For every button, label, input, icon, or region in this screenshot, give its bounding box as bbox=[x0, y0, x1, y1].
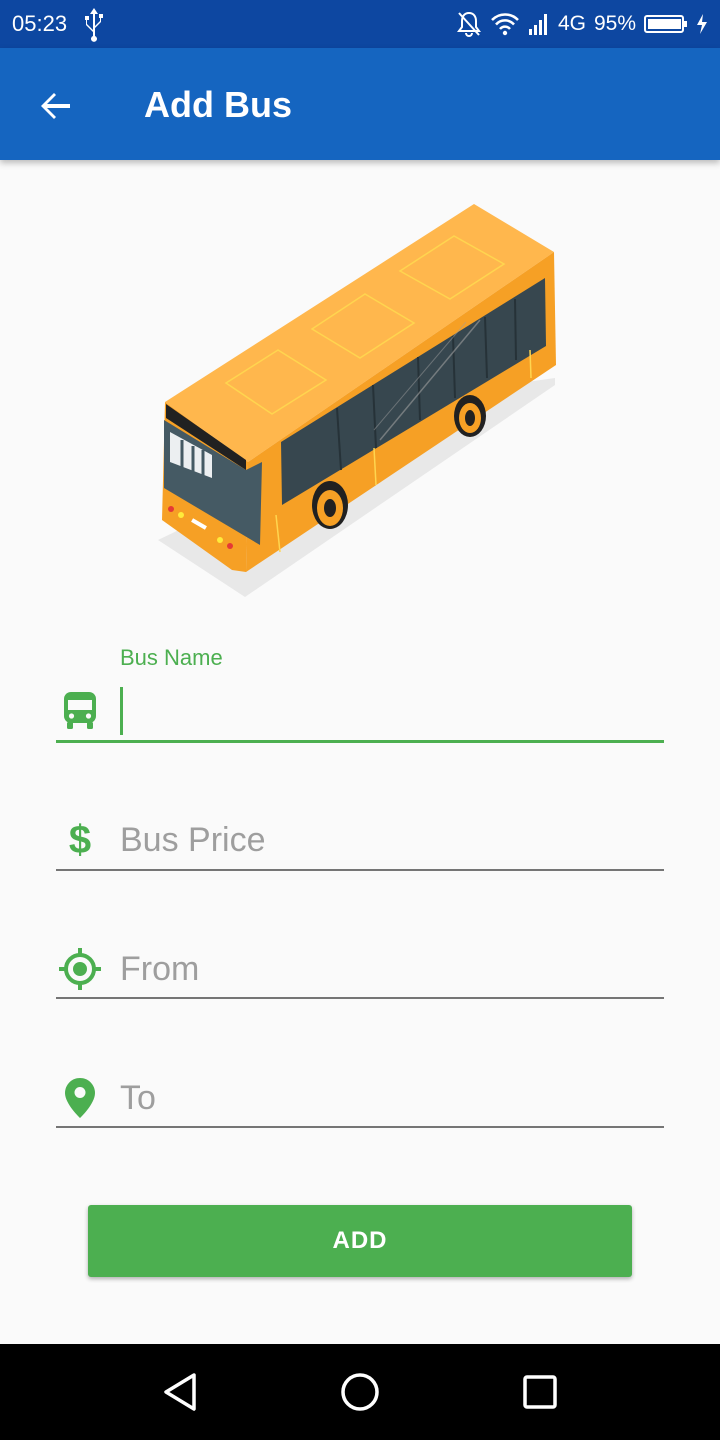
bus-name-field[interactable]: Bus Name bbox=[56, 645, 664, 745]
signal-icon bbox=[528, 14, 547, 35]
bus-illustration bbox=[158, 204, 556, 597]
wifi-icon bbox=[491, 13, 519, 36]
status-icons: 4G 95% bbox=[456, 9, 708, 39]
back-button[interactable] bbox=[30, 80, 82, 132]
dollar-icon: $ bbox=[68, 817, 92, 862]
charging-icon bbox=[697, 14, 707, 34]
bus-price-input[interactable] bbox=[120, 818, 664, 862]
bus-price-field[interactable]: $ bbox=[56, 810, 664, 872]
page-title: Add Bus bbox=[144, 84, 292, 125]
bus-name-underline bbox=[56, 740, 664, 743]
to-input[interactable] bbox=[120, 1076, 664, 1120]
to-field[interactable] bbox=[56, 1068, 664, 1130]
bus-icon bbox=[56, 687, 104, 735]
from-input[interactable] bbox=[120, 947, 664, 991]
battery-percent: 95% bbox=[593, 12, 636, 35]
arrow-back-icon bbox=[41, 93, 70, 119]
home-circle-icon[interactable] bbox=[336, 1368, 384, 1416]
bus-name-input[interactable] bbox=[120, 689, 664, 733]
bell-off-icon bbox=[456, 11, 481, 37]
add-button[interactable]: ADD bbox=[88, 1205, 632, 1277]
status-bar: 05:23 4G 95% bbox=[0, 0, 720, 48]
to-underline bbox=[56, 1126, 664, 1128]
back-triangle-icon[interactable] bbox=[156, 1368, 204, 1416]
status-time: 05:23 bbox=[12, 11, 68, 36]
from-field[interactable] bbox=[56, 939, 664, 1001]
network-type: 4G bbox=[557, 12, 586, 35]
battery-icon bbox=[644, 15, 687, 33]
usb-icon bbox=[85, 8, 103, 42]
bus-name-label: Bus Name bbox=[120, 645, 223, 670]
my-location-icon bbox=[56, 945, 104, 993]
from-underline bbox=[56, 997, 664, 999]
bus-price-underline bbox=[56, 869, 664, 871]
navigation-bar bbox=[0, 1344, 720, 1440]
app-bar: Add Bus bbox=[0, 48, 720, 160]
location-pin-icon bbox=[56, 1074, 104, 1122]
recents-square-icon[interactable] bbox=[516, 1368, 564, 1416]
